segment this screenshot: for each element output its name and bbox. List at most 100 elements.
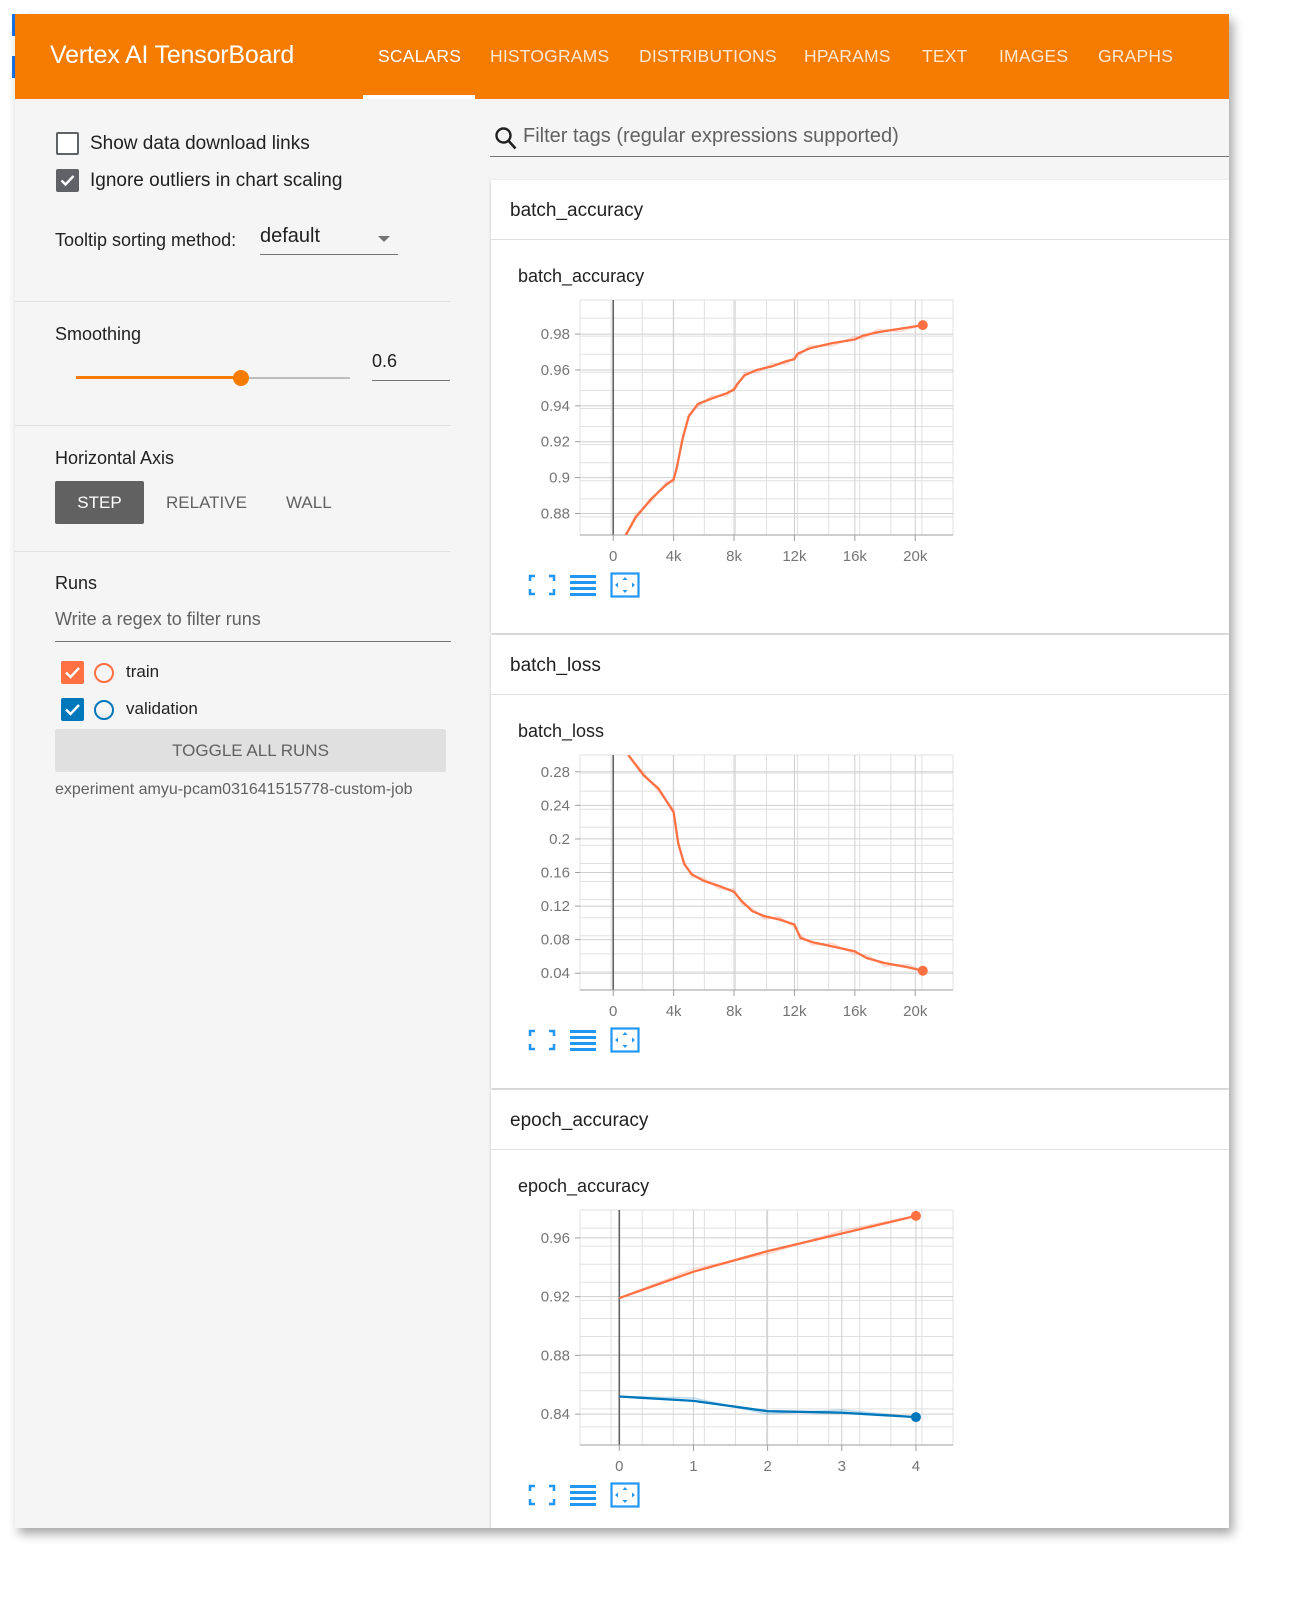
x-tick-label: 0 xyxy=(615,1458,623,1472)
divider xyxy=(15,425,451,426)
divider xyxy=(15,301,451,302)
horizontal-axis-label: Horizontal Axis xyxy=(55,448,175,468)
smoothing-slider-fill xyxy=(76,376,241,379)
y-tick-label: 0.24 xyxy=(541,797,570,814)
chart-title: batch_loss xyxy=(518,721,605,741)
y-tick-label: 0.28 xyxy=(541,764,570,781)
x-tick-label: 0 xyxy=(609,548,617,562)
tab-distributions[interactable]: DISTRIBUTIONS xyxy=(639,46,777,67)
checkmark-icon xyxy=(65,667,80,679)
series-train-end-point[interactable] xyxy=(917,320,928,331)
scalar-card: epoch_accuracy epoch_accuracy 0.84 0.88 0.… xyxy=(491,1090,1229,1528)
fullscreen-icon[interactable] xyxy=(526,571,558,599)
axis-wall-button[interactable]: WALL xyxy=(286,481,332,524)
tab-scalars[interactable]: SCALARS xyxy=(378,46,461,67)
grid xyxy=(579,1209,954,1446)
epoch-accuracy-chart[interactable]: 0.84 0.88 0.92 0.96 0 1 2 3 4 xyxy=(491,1202,971,1472)
x-tick-label: 8k xyxy=(726,1003,742,1017)
sidebar: Show data download links Ignore outliers… xyxy=(15,99,490,1528)
x-tick-label: 12k xyxy=(782,1003,807,1017)
x-tick-label: 4k xyxy=(666,548,682,562)
checkmark-icon xyxy=(65,704,80,716)
x-tick-label: 20k xyxy=(903,548,928,562)
series-validation-end-point[interactable] xyxy=(910,1412,921,1423)
axis-relative-button[interactable]: RELATIVE xyxy=(166,481,247,524)
tag-filter-placeholder: Filter tags (regular expressions support… xyxy=(523,125,899,147)
axis-step-button[interactable]: STEP xyxy=(55,481,144,524)
card-header[interactable]: batch_loss xyxy=(491,635,1229,695)
ignore-outliers-label: Ignore outliers in chart scaling xyxy=(90,170,343,191)
batch-accuracy-chart[interactable]: 0.88 0.9 0.92 0.94 0.96 0.98 0 4k 8k 12k 16k 20k xyxy=(491,292,971,562)
tooltip-sorting-select[interactable]: default xyxy=(260,225,398,255)
card-header[interactable]: epoch_accuracy xyxy=(491,1090,1229,1150)
toggle-log-scale-icon[interactable] xyxy=(567,571,599,599)
y-tick-label: 0.2 xyxy=(549,831,570,848)
x-tick-label: 3 xyxy=(838,1458,846,1472)
series-train-end-point[interactable] xyxy=(917,965,928,976)
toggle-log-scale-icon[interactable] xyxy=(567,1481,599,1509)
y-tick-label: 0.96 xyxy=(541,1230,570,1247)
toggle-all-runs-button[interactable]: TOGGLE ALL RUNS xyxy=(55,729,446,772)
toggle-log-scale-icon[interactable] xyxy=(567,1026,599,1054)
x-tick-label: 16k xyxy=(843,1003,868,1017)
tab-graphs[interactable]: GRAPHS xyxy=(1098,46,1173,67)
search-icon xyxy=(495,127,517,150)
y-tick-label: 0.04 xyxy=(541,965,570,982)
y-tick-label: 0.16 xyxy=(541,865,570,882)
show-download-links-checkbox[interactable] xyxy=(56,132,79,155)
y-tick-label: 0.96 xyxy=(541,362,570,379)
y-tick-label: 0.84 xyxy=(541,1406,570,1423)
smoothing-slider-thumb[interactable] xyxy=(233,370,249,386)
series-train-line xyxy=(627,755,924,972)
show-download-links-label: Show data download links xyxy=(90,133,310,154)
app-title: Vertex AI TensorBoard xyxy=(50,41,295,69)
tooltip-sorting-value: default xyxy=(260,225,321,247)
series-train-end-point[interactable] xyxy=(910,1210,921,1221)
dropdown-arrow-icon xyxy=(378,236,390,242)
batch-loss-chart[interactable]: 0.04 0.08 0.12 0.16 0.2 0.24 0.28 0 4k 8k 12k 16k 20… xyxy=(491,747,971,1017)
smoothing-label: Smoothing xyxy=(55,324,142,344)
experiment-name: experiment amyu-pcam031641515778-custom-… xyxy=(55,781,413,798)
tag-filter-input[interactable]: Filter tags (regular expressions support… xyxy=(490,117,1229,157)
y-tick-label: 0.08 xyxy=(541,932,570,949)
y-tick-label: 0.88 xyxy=(541,1347,570,1364)
x-tick-label: 0 xyxy=(609,1003,617,1017)
card-header[interactable]: batch_accuracy xyxy=(491,180,1229,240)
scalar-card: batch_accuracy batch_accuracy 0.88 0.9 0.9… xyxy=(491,180,1229,633)
scalar-card: batch_loss batch_loss 0.04 0.08 0.12 0.16 0.… xyxy=(491,635,1229,1088)
checkmark-icon xyxy=(60,175,75,187)
x-tick-label: 20k xyxy=(903,1003,928,1017)
y-tick-label: 0.92 xyxy=(541,434,570,451)
y-tick-label: 0.9 xyxy=(549,470,570,487)
x-tick-label: 1 xyxy=(689,1458,697,1472)
runs-label: Runs xyxy=(55,573,98,593)
fit-domain-icon[interactable] xyxy=(609,1481,641,1509)
fit-domain-icon[interactable] xyxy=(609,1026,641,1054)
series-train-line xyxy=(624,323,923,535)
ignore-outliers-checkbox[interactable] xyxy=(56,169,79,192)
run-train-checkbox[interactable] xyxy=(61,661,84,684)
chart-title: epoch_accuracy xyxy=(518,1176,650,1196)
series-train-raw-line xyxy=(624,324,924,535)
fullscreen-icon[interactable] xyxy=(526,1481,558,1509)
x-tick-label: 4 xyxy=(912,1458,920,1472)
run-validation-checkbox[interactable] xyxy=(61,698,84,721)
tab-text[interactable]: TEXT xyxy=(922,46,968,67)
x-tick-label: 16k xyxy=(843,548,868,562)
tab-histograms[interactable]: HISTOGRAMS xyxy=(490,46,609,67)
card-title: epoch_accuracy xyxy=(510,1110,649,1131)
x-tick-label: 12k xyxy=(782,548,807,562)
x-tick-label: 8k xyxy=(726,548,742,562)
fullscreen-icon[interactable] xyxy=(526,1026,558,1054)
tab-images[interactable]: IMAGES xyxy=(999,46,1068,67)
tab-hparams[interactable]: HPARAMS xyxy=(804,46,891,67)
y-tick-label: 0.92 xyxy=(541,1289,570,1306)
x-tick-label: 2 xyxy=(763,1458,771,1472)
run-validation-label: validation xyxy=(126,699,198,718)
run-filter-input[interactable]: Write a regex to filter runs xyxy=(55,609,451,642)
fit-domain-icon[interactable] xyxy=(609,571,641,599)
run-train-color-swatch[interactable] xyxy=(94,663,114,683)
run-validation-color-swatch[interactable] xyxy=(94,700,114,720)
card-title: batch_accuracy xyxy=(510,200,644,221)
smoothing-value-input[interactable]: 0.6 xyxy=(372,351,450,381)
